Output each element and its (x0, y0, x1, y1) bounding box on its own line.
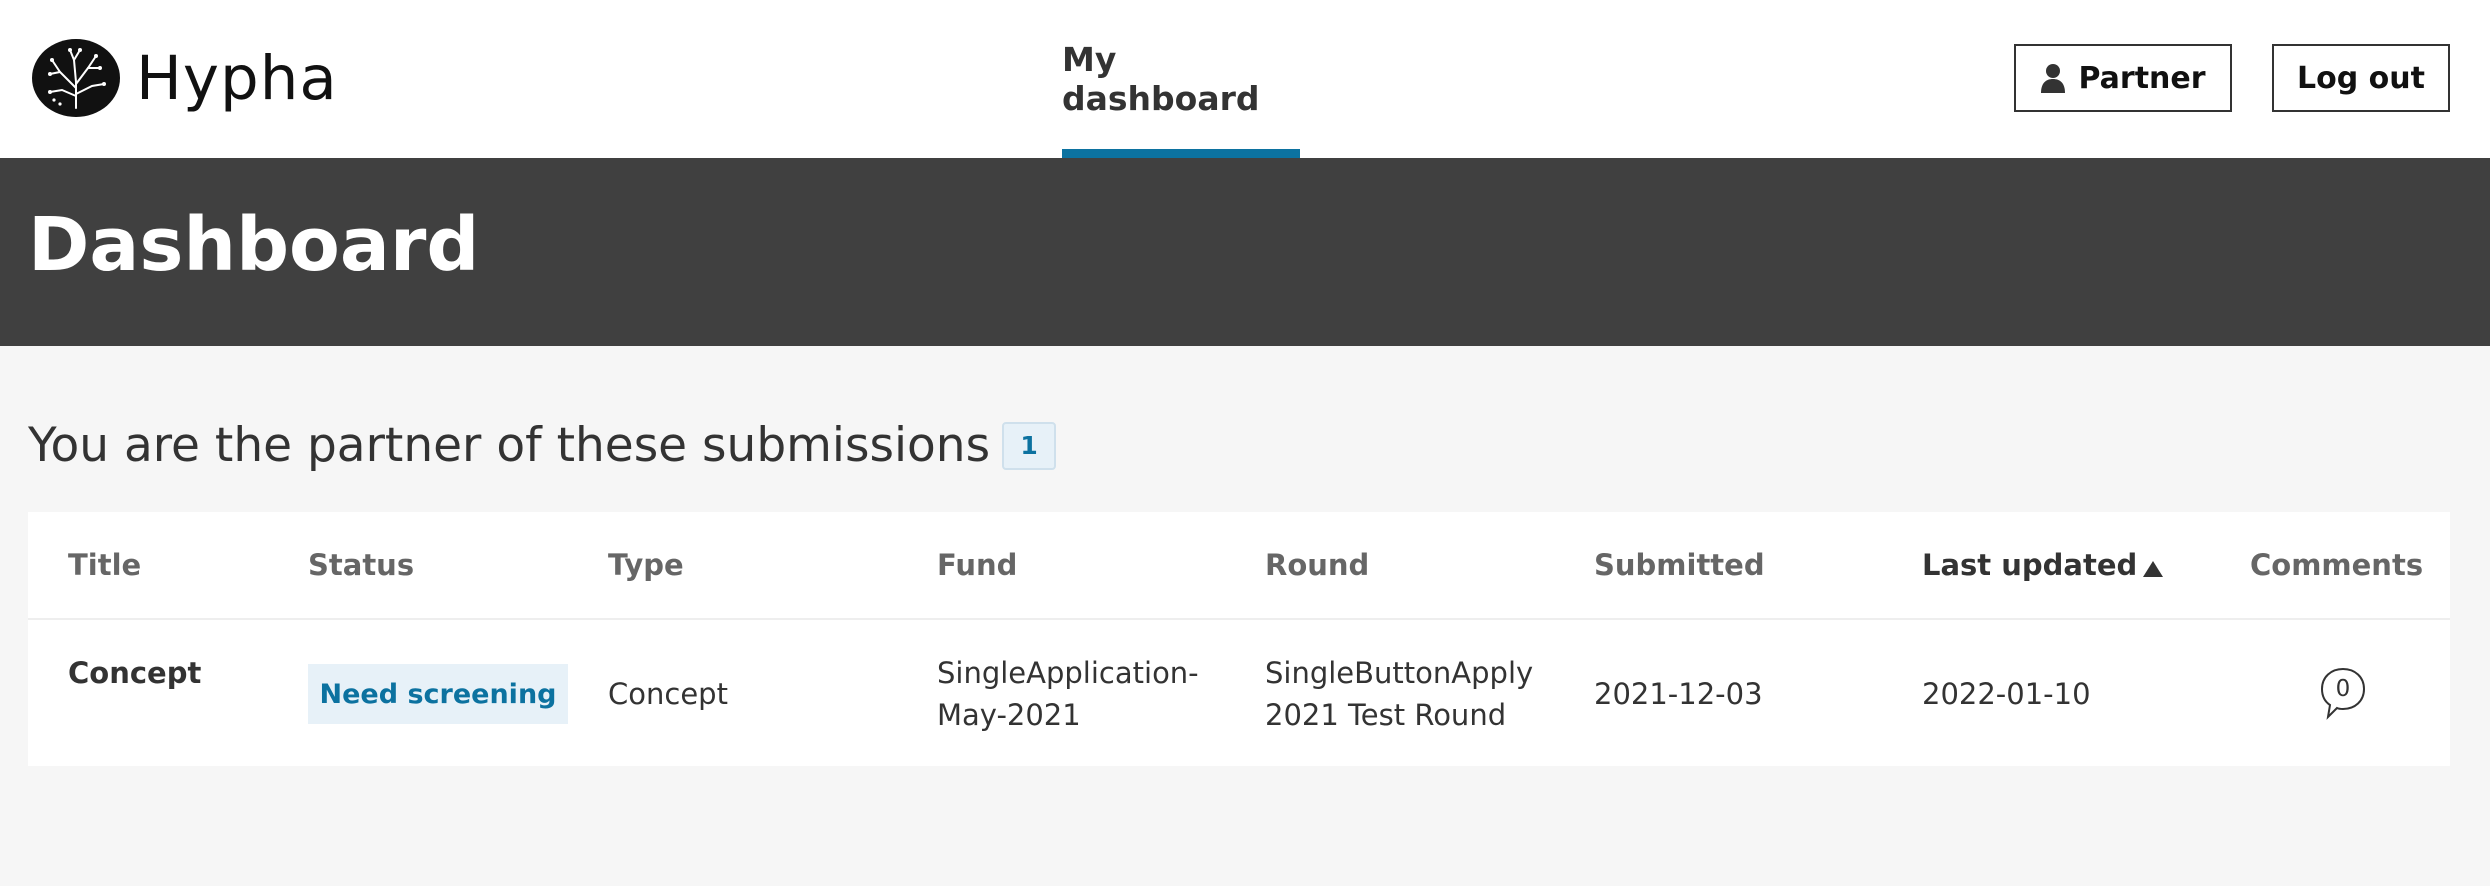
logout-button-label: Log out (2297, 60, 2425, 96)
column-header-comments[interactable]: Comments (2250, 548, 2423, 582)
row-round: SingleButtonApply 2021 Test Round (1265, 652, 1533, 736)
column-header-round[interactable]: Round (1265, 548, 1369, 582)
partner-button[interactable]: Partner (2014, 44, 2232, 112)
column-header-title[interactable]: Title (68, 548, 141, 582)
row-round-line1: SingleButtonApply (1265, 656, 1534, 690)
submissions-table: Title Status Type Fund Round Submitted L… (28, 512, 2450, 766)
home-logo-link[interactable]: Hypha (30, 38, 338, 118)
column-header-fund[interactable]: Fund (937, 548, 1017, 582)
row-last-updated-date: 2022-01-10 (1922, 677, 2091, 711)
user-icon (2041, 64, 2066, 93)
column-header-submitted[interactable]: Submitted (1594, 548, 1765, 582)
partner-button-label: Partner (2078, 60, 2206, 96)
logout-button[interactable]: Log out (2272, 44, 2450, 112)
nav-my-dashboard[interactable]: My dashboard (1062, 0, 1300, 158)
nav-my-dashboard-label: My dashboard (1062, 40, 1260, 118)
comment-count: 0 (2335, 676, 2351, 702)
submission-count-badge: 1 (1002, 421, 1057, 470)
column-header-last-updated[interactable]: Last updated (1922, 548, 2164, 582)
section-heading-text: You are the partner of these submissions (28, 418, 991, 473)
row-fund-line2: May-2021 (937, 698, 1081, 732)
active-nav-indicator (1062, 149, 1300, 158)
row-fund: SingleApplication- May-2021 (937, 652, 1199, 736)
row-fund-line1: SingleApplication- (937, 656, 1199, 690)
row-title-link[interactable]: Concept (68, 652, 201, 694)
tree-logo-icon (32, 39, 120, 117)
column-header-last-updated-label: Last updated (1922, 548, 2138, 582)
sort-ascending-icon (2143, 561, 2164, 577)
row-round-line2: 2021 Test Round (1265, 698, 1507, 732)
column-header-type[interactable]: Type (608, 548, 684, 582)
row-submitted-date: 2021-12-03 (1594, 677, 1763, 711)
column-header-status[interactable]: Status (308, 548, 414, 582)
site-header: Hypha My dashboard Partner Log out (0, 0, 2490, 158)
page-title: Dashboard (28, 202, 480, 288)
row-type: Concept (608, 677, 728, 711)
table-header-row: Title Status Type Fund Round Submitted L… (28, 512, 2450, 620)
page-hero: Dashboard (0, 158, 2490, 346)
status-badge: Need screening (308, 664, 568, 724)
section-heading: You are the partner of these submissions… (28, 418, 1057, 473)
logo-wordmark: Hypha (136, 42, 338, 114)
